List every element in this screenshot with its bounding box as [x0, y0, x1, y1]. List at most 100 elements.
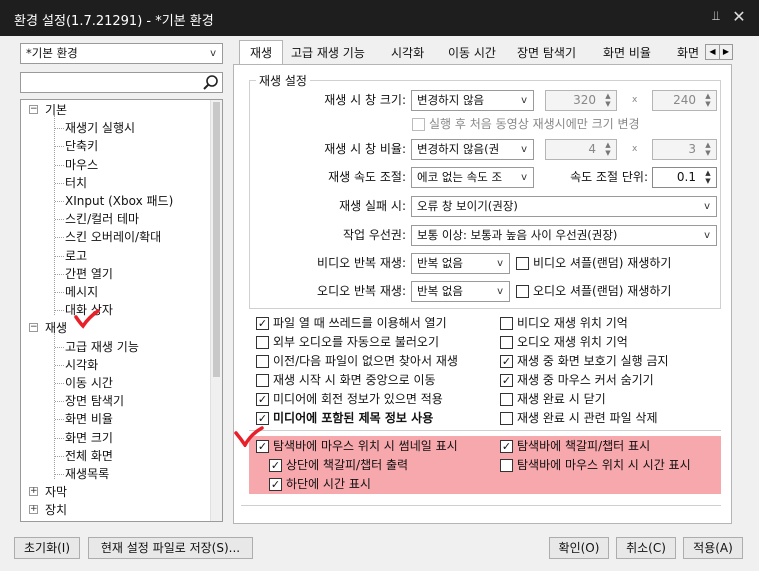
ok-button[interactable]: 확인(O) [549, 537, 609, 559]
spin-arrows-icon[interactable]: ▲ ▼ [601, 141, 615, 158]
close-icon[interactable]: ✕ [730, 8, 748, 26]
spin-arrows-icon[interactable]: ▲ ▼ [601, 92, 615, 109]
tree-item[interactable]: 이동 시간 [65, 374, 113, 392]
tree-item[interactable]: 터치 [65, 174, 87, 192]
option-checkbox[interactable]: 오디오 재생 위치 기억 [500, 333, 628, 351]
option-checkbox[interactable]: 비디오 재생 위치 기억 [500, 314, 628, 332]
tree-item[interactable]: 스킨 오버레이/확대 [65, 228, 161, 246]
option-checkbox[interactable]: 재생 완료 시 관련 파일 삭제 [500, 409, 658, 427]
audio-repeat-select[interactable]: 반복 없음 v [411, 281, 510, 302]
title-bar[interactable]: 환경 설정(1.7.21291) - *기본 환경 ⫫ ✕ [0, 0, 759, 36]
tree-scrollbar[interactable] [210, 100, 222, 521]
tree-connector [55, 273, 64, 275]
speed-unit-input[interactable]: 0.1 ▲ ▼ [652, 167, 717, 188]
window-ratio-value: 변경하지 않음(권 [417, 142, 500, 156]
option-checkbox[interactable]: 이전/다음 파일이 없으면 찾아서 재생 [256, 352, 458, 370]
window-title: 환경 설정(1.7.21291) - *기본 환경 [14, 14, 214, 29]
tree-item[interactable]: 시각화 [65, 356, 98, 374]
option-checkbox[interactable]: ✓ 탐색바에 책갈피/챕터 표시 [500, 437, 650, 455]
tab-2[interactable]: 시각화 [389, 43, 426, 65]
option-checkbox[interactable]: ✓ 파일 열 때 쓰레드를 이용해서 열기 [256, 314, 447, 332]
reset-button[interactable]: 초기화(I) [14, 537, 80, 559]
window-width-input[interactable]: 320 ▲ ▼ [545, 90, 617, 111]
tab-5[interactable]: 화면 비율 [601, 43, 653, 65]
tree-expander-icon[interactable]: + [29, 505, 38, 515]
tree-item[interactable]: 재생목록 [65, 465, 109, 483]
speed-select[interactable]: 에코 없는 속도 조 v [411, 167, 534, 188]
option-checkbox[interactable]: ✓ 탐색바에 마우스 위치 시 썸네일 표시 [256, 437, 458, 455]
tree-item[interactable]: 마우스 [65, 156, 98, 174]
cancel-button[interactable]: 취소(C) [616, 537, 676, 559]
tree-item[interactable]: 화면 비율 [65, 410, 113, 428]
fail-select[interactable]: 오류 창 보이기(권장) v [411, 196, 717, 217]
spin-arrows-icon[interactable]: ▲ ▼ [701, 141, 715, 158]
option-checkbox[interactable]: ✓ 상단에 책갈피/챕터 출력 [269, 456, 408, 474]
video-repeat-select[interactable]: 반복 없음 v [411, 253, 510, 274]
search-input[interactable] [20, 72, 223, 93]
tree-expander-icon[interactable]: − [29, 105, 38, 114]
window-ratio-select[interactable]: 변경하지 않음(권 v [411, 139, 534, 160]
window-height-value: 240 [673, 93, 696, 107]
checkbox-box [500, 459, 513, 472]
tree-item[interactable]: 메시지 [65, 283, 98, 301]
audio-shuffle-checkbox[interactable]: 오디오 셔플(랜덤) 재생하기 [516, 282, 671, 300]
tree-scrollbar-thumb[interactable] [213, 102, 220, 377]
spin-arrows-icon[interactable]: ▲ ▼ [701, 169, 715, 186]
tree-item[interactable]: 장치 [45, 501, 67, 519]
tree-item[interactable]: XInput (Xbox 패드) [65, 192, 173, 210]
tree-item[interactable]: 장면 탐색기 [65, 392, 124, 410]
priority-label: 작업 우선권: [342, 228, 406, 242]
option-checkbox[interactable]: 재생 완료 시 닫기 [500, 390, 606, 408]
first-video-only-checkbox[interactable]: 실행 후 처음 동영상 재생시에만 크기 변경 [412, 115, 640, 133]
save-to-file-button[interactable]: 현재 설정 파일로 저장(S)... [88, 537, 253, 559]
tab-scroll-left-icon[interactable]: ◀ [705, 44, 720, 60]
tab-4[interactable]: 장면 탐색기 [515, 43, 578, 65]
tree-item[interactable]: 화면 크기 [65, 429, 113, 447]
option-checkbox[interactable]: 외부 오디오를 자동으로 불러오기 [256, 333, 439, 351]
tree-item[interactable]: 기본 [45, 101, 67, 119]
video-shuffle-checkbox[interactable]: 비디오 셔플(랜덤) 재생하기 [516, 254, 671, 272]
tree-item[interactable]: 고급 재생 기능 [65, 338, 139, 356]
pin-icon[interactable]: ⫫ [708, 9, 724, 25]
settings-tree[interactable]: − 기본 재생기 실행시 단축키 마우스 터치 XInput (Xbox 패드) 스킨/컬러 … [20, 99, 223, 522]
tab-1[interactable]: 고급 재생 기능 [289, 43, 367, 65]
search-icon[interactable] [202, 74, 219, 91]
group-title: 재생 설정 [256, 72, 310, 89]
option-checkbox[interactable]: 재생 시작 시 화면 중앙으로 이동 [256, 371, 436, 389]
window-height-input[interactable]: 240 ▲ ▼ [652, 90, 717, 111]
checkbox-checked-icon: ✓ [256, 317, 269, 330]
option-label: 탐색바에 책갈피/챕터 표시 [517, 439, 651, 453]
option-checkbox[interactable]: ✓ 재생 중 마우스 커서 숨기기 [500, 371, 654, 389]
tab-6[interactable]: 화면 [675, 43, 703, 65]
tab-0[interactable]: 재생 [239, 40, 283, 66]
checkbox-checked-icon: ✓ [269, 459, 282, 472]
option-checkbox[interactable]: 탐색바에 마우스 위치 시 시간 표시 [500, 456, 691, 474]
option-checkbox[interactable]: ✓ 미디어에 회전 정보가 있으면 적용 [256, 390, 443, 408]
tab-3[interactable]: 이동 시간 [446, 43, 498, 65]
tree-item[interactable]: 재생 [45, 319, 67, 337]
tree-expander-icon[interactable]: − [29, 323, 38, 333]
window-size-select[interactable]: 변경하지 않음 v [411, 90, 534, 111]
fail-value: 오류 창 보이기(권장) [417, 199, 518, 213]
spin-arrows-icon[interactable]: ▲ ▼ [701, 92, 715, 109]
tree-item[interactable]: 간편 열기 [65, 265, 113, 283]
option-checkbox[interactable]: ✓ 재생 중 화면 보호기 실행 금지 [500, 352, 669, 370]
tree-item[interactable]: 자막 [45, 483, 67, 501]
checkbox-checked-icon: ✓ [269, 478, 282, 491]
tree-item[interactable]: 재생기 실행시 [65, 119, 135, 137]
ratio-a-input[interactable]: 4 ▲ ▼ [545, 139, 617, 160]
priority-select[interactable]: 보통 이상: 보통과 높음 사이 우선권(권장) v [411, 225, 717, 246]
tree-item[interactable]: 단축키 [65, 137, 98, 155]
chevron-down-icon: v [210, 48, 216, 59]
option-checkbox[interactable]: ✓ 미디어에 포함된 제목 정보 사용 [256, 409, 433, 427]
tree-item[interactable]: 코덱/필터 [45, 520, 93, 521]
tree-expander-icon[interactable]: + [29, 487, 38, 497]
option-checkbox[interactable]: ✓ 하단에 시간 표시 [269, 475, 371, 493]
tree-item[interactable]: 로고 [65, 247, 87, 265]
tree-item[interactable]: 전체 화면 [65, 447, 113, 465]
apply-button[interactable]: 적용(A) [683, 537, 743, 559]
tab-scroll-right-icon[interactable]: ▶ [719, 44, 733, 60]
profile-select[interactable]: *기본 환경 v [20, 43, 223, 64]
ratio-b-input[interactable]: 3 ▲ ▼ [652, 139, 717, 160]
tree-item[interactable]: 스킨/컬러 테마 [65, 210, 139, 228]
